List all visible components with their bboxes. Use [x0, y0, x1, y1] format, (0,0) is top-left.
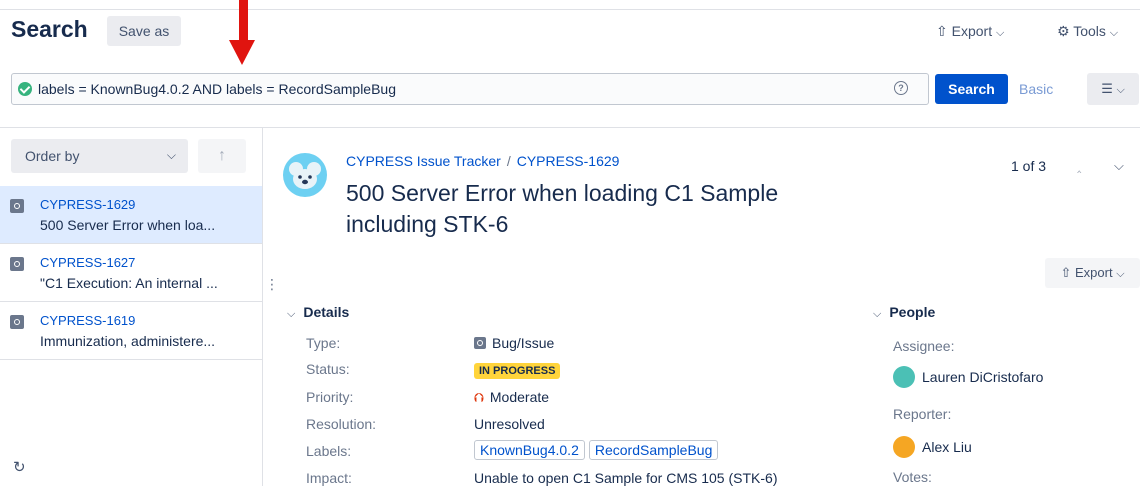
- chevron-down-icon: ⌵: [166, 148, 176, 162]
- bug-icon: [10, 257, 24, 271]
- breadcrumb-separator: /: [506, 153, 511, 169]
- bug-icon: [10, 315, 24, 329]
- issue-key: CYPRESS-1619: [40, 313, 136, 328]
- resolution-label: Resolution:: [306, 416, 377, 432]
- chevron-down-icon: ⌵: [1109, 27, 1119, 39]
- chevron-down-icon: ⌵: [873, 308, 882, 320]
- sort-direction-button[interactable]: ↑: [198, 139, 246, 173]
- issue-list-item[interactable]: CYPRESS-1629 500 Server Error when loa..…: [0, 186, 262, 244]
- avatar: [893, 436, 915, 458]
- export-label: Export: [951, 23, 993, 39]
- avatar: [893, 366, 915, 388]
- people-heading: People: [889, 304, 936, 320]
- impact-label: Impact:: [306, 470, 352, 486]
- valid-query-check-icon: [18, 82, 32, 96]
- breadcrumb: CYPRESS Issue Tracker / CYPRESS-1629: [346, 153, 619, 169]
- basic-mode-link[interactable]: Basic: [1019, 81, 1053, 97]
- priority-up-icon: ⮉: [474, 390, 484, 405]
- arrow-up-icon: ↑: [218, 147, 226, 164]
- share-icon: ⇧: [1060, 265, 1072, 280]
- details-heading: Details: [303, 304, 350, 320]
- type-label: Type:: [306, 335, 341, 351]
- issue-export-button[interactable]: ⇧ Export ⌵: [1045, 258, 1140, 288]
- priority-label: Priority:: [306, 389, 354, 405]
- chevron-down-icon: ⌵: [995, 27, 1005, 39]
- reporter[interactable]: Alex Liu: [893, 436, 972, 458]
- save-as-button[interactable]: Save as: [107, 16, 181, 46]
- resize-handle[interactable]: ⋮: [265, 277, 279, 291]
- gear-icon: ⚙: [1057, 23, 1070, 39]
- next-issue-button[interactable]: ⌵: [1114, 158, 1124, 174]
- reporter-label: Reporter:: [893, 406, 952, 422]
- status-badge: IN PROGRESS: [474, 363, 561, 379]
- issue-summary: "C1 Execution: An internal ...: [40, 275, 218, 291]
- status-label: Status:: [306, 361, 350, 377]
- search-button[interactable]: Search: [935, 74, 1008, 104]
- help-icon[interactable]: ?: [894, 81, 908, 95]
- tools-label: Tools: [1073, 23, 1106, 39]
- list-view-icon: ☰: [1101, 81, 1113, 96]
- tools-menu-button[interactable]: ⚙ Tools ⌵: [1057, 19, 1118, 43]
- assignee[interactable]: Lauren DiCristofaro: [893, 366, 1043, 388]
- jql-search-input[interactable]: labels = KnownBug4.0.2 AND labels = Reco…: [11, 73, 929, 105]
- priority-text: Moderate: [489, 389, 550, 405]
- order-by-label: Order by: [25, 148, 80, 164]
- issue-summary: Immunization, administere...: [40, 333, 216, 349]
- type-value: Bug/Issue: [474, 335, 554, 351]
- pane-divider: [262, 128, 263, 486]
- details-section-toggle[interactable]: ⌵ Details: [287, 304, 349, 321]
- header-divider: [0, 127, 1140, 128]
- annotation-arrow: [239, 0, 248, 42]
- annotation-arrow-head: [229, 40, 255, 65]
- refresh-icon[interactable]: ↻: [13, 458, 26, 476]
- label-chip[interactable]: KnownBug4.0.2: [474, 440, 585, 460]
- labels-value: KnownBug4.0.2 RecordSampleBug: [474, 440, 722, 460]
- type-text: Bug/Issue: [492, 335, 555, 351]
- share-icon: ⇧: [936, 23, 948, 39]
- export-menu-button[interactable]: ⇧ Export ⌵: [936, 19, 1004, 43]
- priority-value: ⮉ Moderate: [474, 389, 549, 406]
- order-by-select[interactable]: Order by ⌵: [11, 139, 188, 173]
- labels-label: Labels:: [306, 443, 352, 459]
- bug-icon: [474, 337, 486, 349]
- issue-list-item[interactable]: CYPRESS-1619 Immunization, administere..…: [0, 302, 262, 360]
- people-section-toggle[interactable]: ⌵ People: [873, 304, 935, 321]
- votes-label: Votes:: [893, 469, 932, 485]
- export-label: Export: [1074, 265, 1113, 280]
- jql-query-text: labels = KnownBug4.0.2 AND labels = Reco…: [38, 81, 396, 97]
- page-title: Search: [11, 16, 88, 42]
- issue-key: CYPRESS-1629: [40, 197, 136, 212]
- resolution-value: Unresolved: [474, 416, 545, 432]
- status-value[interactable]: IN PROGRESS: [474, 361, 561, 379]
- chevron-down-icon: ⌵: [1116, 84, 1125, 96]
- issue-summary: 500 Server Error when loa...: [40, 217, 216, 233]
- result-pager: 1 of 3: [1011, 158, 1047, 174]
- assignee-label: Assignee:: [893, 338, 955, 354]
- project-link[interactable]: CYPRESS Issue Tracker: [346, 153, 501, 169]
- issue-list-item[interactable]: CYPRESS-1627 "C1 Execution: An internal …: [0, 244, 262, 302]
- chevron-down-icon: ⌵: [287, 308, 296, 320]
- top-border: [0, 9, 1140, 10]
- issue-key-link[interactable]: CYPRESS-1629: [517, 153, 620, 169]
- issue-key: CYPRESS-1627: [40, 255, 136, 270]
- label-chip[interactable]: RecordSampleBug: [588, 440, 719, 460]
- view-layout-button[interactable]: ☰ ⌵: [1087, 73, 1139, 105]
- project-avatar: [283, 153, 327, 197]
- reporter-name: Alex Liu: [922, 439, 972, 455]
- bug-icon: [10, 199, 24, 213]
- issue-title: 500 Server Error when loading C1 Sample …: [346, 180, 779, 237]
- assignee-name: Lauren DiCristofaro: [922, 369, 1044, 385]
- chevron-down-icon: ⌵: [1116, 268, 1125, 280]
- previous-issue-button[interactable]: ‸: [1077, 158, 1081, 174]
- impact-value: Unable to open C1 Sample for CMS 105 (ST…: [474, 470, 778, 486]
